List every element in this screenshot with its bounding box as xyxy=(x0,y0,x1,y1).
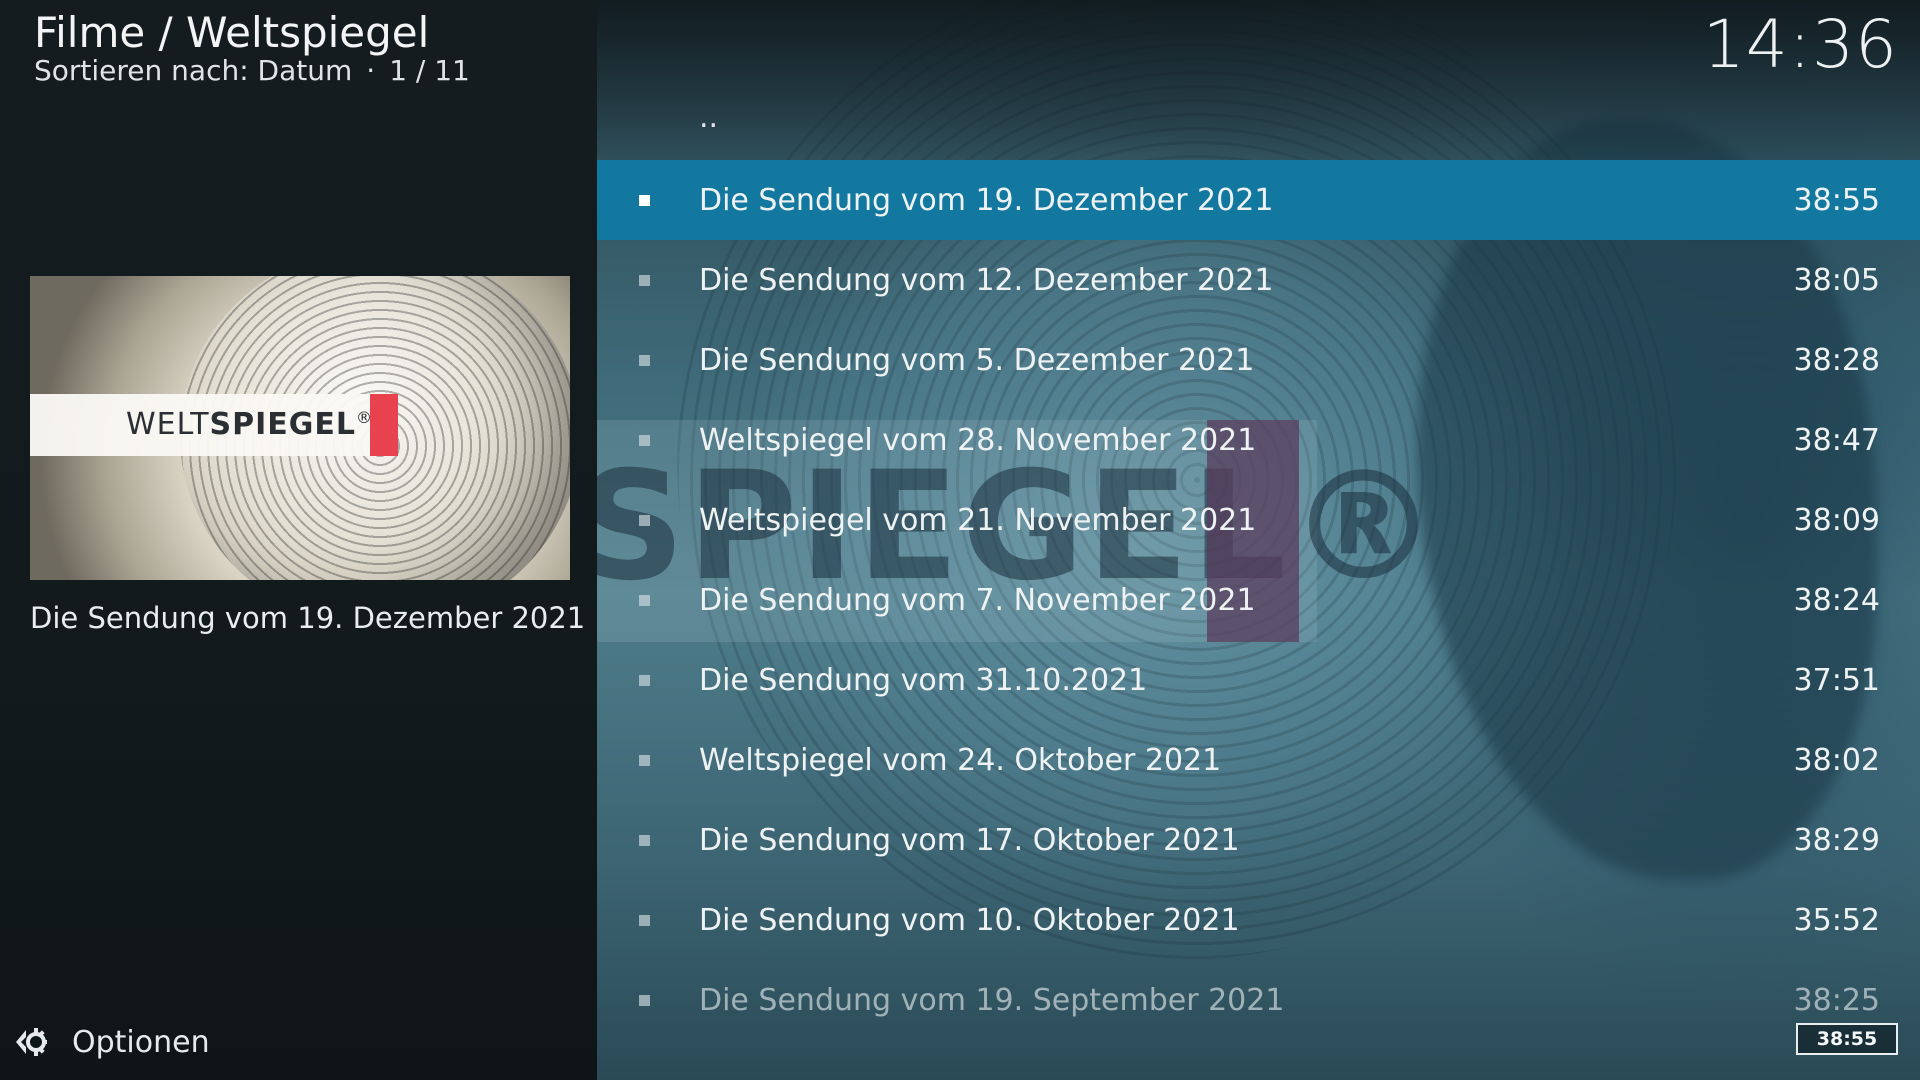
list-item-duration: 37:51 xyxy=(1793,662,1880,698)
info-panel: Filme / Weltspiegel Sortieren nach: Datu… xyxy=(0,0,597,1080)
list-item-duration: 38:05 xyxy=(1793,262,1880,298)
list-item-title: Die Sendung vom 19. Dezember 2021 xyxy=(699,182,1274,218)
episode-list: Die Sendung vom 19. Dezember 2021 38:55 … xyxy=(597,160,1920,1040)
item-position: 1 / 11 xyxy=(389,54,470,87)
unwatched-indicator-icon xyxy=(639,994,650,1006)
unwatched-indicator-icon xyxy=(639,194,650,206)
unwatched-indicator-icon xyxy=(639,834,650,846)
clock: 14:36 xyxy=(1702,6,1898,83)
media-browser-screen: SPIEGEL® Filme / Weltspiegel Sortieren n… xyxy=(0,0,1920,1080)
list-item-duration: 38:09 xyxy=(1793,502,1880,538)
list-item-duration: 38:24 xyxy=(1793,582,1880,618)
list-item-duration: 38:28 xyxy=(1793,342,1880,378)
list-item[interactable]: Weltspiegel vom 28. November 2021 38:47 xyxy=(597,400,1920,480)
list-item-title: Die Sendung vom 31.10.2021 xyxy=(699,662,1148,698)
list-item[interactable]: Die Sendung vom 17. Oktober 2021 38:29 xyxy=(597,800,1920,880)
parent-directory-label: .. xyxy=(699,100,719,135)
unwatched-indicator-icon xyxy=(639,914,650,926)
options-gear-arrow-icon xyxy=(16,1028,47,1056)
list-item[interactable]: Die Sendung vom 5. Dezember 2021 38:28 xyxy=(597,320,1920,400)
unwatched-indicator-icon xyxy=(639,354,650,366)
list-item[interactable]: Die Sendung vom 12. Dezember 2021 38:05 xyxy=(597,240,1920,320)
parent-directory-item[interactable]: .. xyxy=(597,96,1920,156)
episode-thumbnail: WELTSPIEGEL® xyxy=(30,276,570,580)
list-item-title: Die Sendung vom 17. Oktober 2021 xyxy=(699,822,1240,858)
list-item-duration: 35:52 xyxy=(1793,902,1880,938)
list-item[interactable]: Die Sendung vom 10. Oktober 2021 35:52 xyxy=(597,880,1920,960)
sort-info: Sortieren nach: Datum · 1 / 11 xyxy=(34,54,470,87)
options-button[interactable]: Optionen xyxy=(12,1018,210,1066)
list-item-duration: 38:25 xyxy=(1793,982,1880,1018)
list-item[interactable]: Die Sendung vom 31.10.2021 37:51 xyxy=(597,640,1920,720)
unwatched-indicator-icon xyxy=(639,434,650,446)
list-item[interactable]: Die Sendung vom 19. Dezember 2021 38:55 xyxy=(597,160,1920,240)
separator-dot: · xyxy=(366,54,376,87)
list-item-duration: 38:47 xyxy=(1793,422,1880,458)
unwatched-indicator-icon xyxy=(639,674,650,686)
list-item-title: Weltspiegel vom 24. Oktober 2021 xyxy=(699,742,1222,778)
list-item[interactable]: Die Sendung vom 7. November 2021 38:24 xyxy=(597,560,1920,640)
selected-item-title: Die Sendung vom 19. Dezember 2021 xyxy=(30,601,586,635)
list-item[interactable]: Die Sendung vom 19. September 2021 38:25 xyxy=(597,960,1920,1040)
sort-label: Sortieren nach: Datum xyxy=(34,54,353,87)
list-item-title: Weltspiegel vom 21. November 2021 xyxy=(699,502,1257,538)
unwatched-indicator-icon xyxy=(639,754,650,766)
list-item-title: Weltspiegel vom 28. November 2021 xyxy=(699,422,1257,458)
list-item-title: Die Sendung vom 19. September 2021 xyxy=(699,982,1285,1018)
page-title: Filme / Weltspiegel xyxy=(34,8,430,57)
list-item-duration: 38:55 xyxy=(1793,182,1880,218)
unwatched-indicator-icon xyxy=(639,594,650,606)
duration-badge: 38:55 xyxy=(1796,1023,1898,1055)
list-item-duration: 38:29 xyxy=(1793,822,1880,858)
list-item[interactable]: Weltspiegel vom 24. Oktober 2021 38:02 xyxy=(597,720,1920,800)
list-item-title: Die Sendung vom 5. Dezember 2021 xyxy=(699,342,1255,378)
options-label: Optionen xyxy=(72,1024,210,1060)
list-item-title: Die Sendung vom 10. Oktober 2021 xyxy=(699,902,1240,938)
weltspiegel-logo: WELTSPIEGEL® xyxy=(126,407,374,442)
list-item[interactable]: Weltspiegel vom 21. November 2021 38:09 xyxy=(597,480,1920,560)
unwatched-indicator-icon xyxy=(639,274,650,286)
list-item-title: Die Sendung vom 7. November 2021 xyxy=(699,582,1256,618)
thumbnail-logo-red-bar xyxy=(370,394,398,456)
list-item-duration: 38:02 xyxy=(1793,742,1880,778)
unwatched-indicator-icon xyxy=(639,514,650,526)
list-item-title: Die Sendung vom 12. Dezember 2021 xyxy=(699,262,1274,298)
